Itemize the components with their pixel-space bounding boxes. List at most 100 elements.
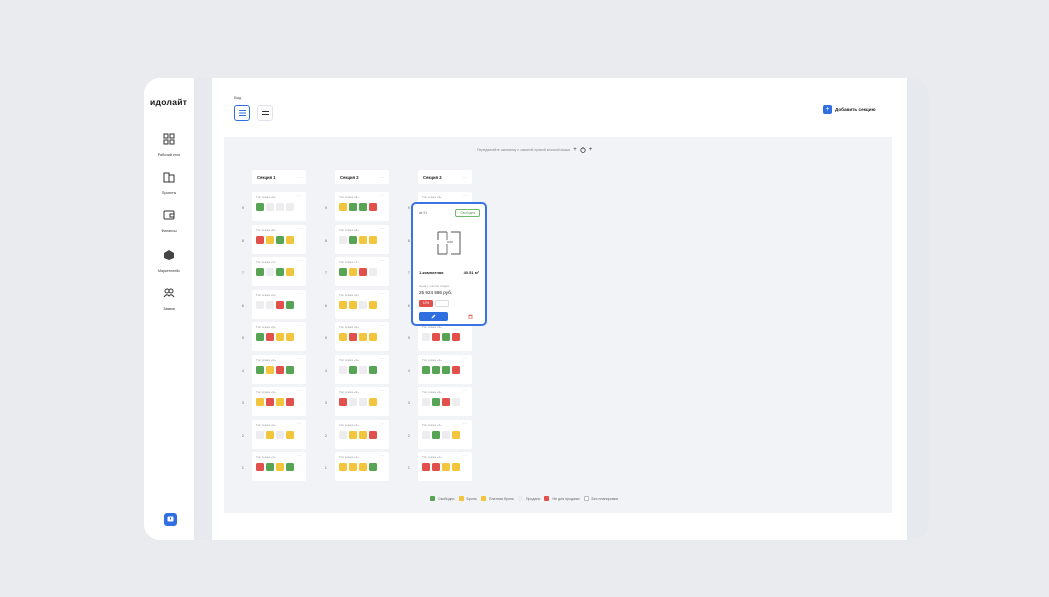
floor-menu-button[interactable]: ···	[297, 453, 301, 458]
apartment-cell[interactable]	[256, 365, 264, 374]
apartment-cell[interactable]	[349, 398, 357, 406]
apartment-cell[interactable]	[286, 365, 294, 374]
apartment-cell[interactable]	[452, 430, 460, 439]
floor-menu-button[interactable]: ···	[297, 226, 301, 231]
floor-menu-button[interactable]: ···	[380, 453, 384, 458]
apartment-cell[interactable]	[339, 203, 347, 211]
apartment-cell[interactable]	[359, 365, 367, 374]
apartment-cell[interactable]	[359, 430, 367, 439]
chat-button[interactable]	[164, 513, 177, 526]
delete-button[interactable]	[456, 312, 485, 321]
apartment-cell[interactable]	[256, 203, 264, 211]
apartment-cell[interactable]	[422, 333, 430, 341]
apartment-cell[interactable]	[432, 333, 440, 341]
apartment-cell[interactable]	[359, 235, 367, 244]
apartment-cell[interactable]	[266, 235, 274, 244]
apartment-cell[interactable]	[266, 268, 274, 276]
section-menu-button[interactable]: ···	[297, 175, 301, 180]
apartment-cell[interactable]	[442, 333, 450, 341]
apartment-cell[interactable]	[256, 430, 264, 439]
apartment-cell[interactable]	[256, 463, 264, 471]
apartment-cell[interactable]	[359, 463, 367, 471]
floor-menu-button[interactable]: ···	[463, 193, 467, 198]
apartment-cell[interactable]	[339, 300, 347, 309]
apartment-cell[interactable]	[432, 430, 440, 439]
apartment-cell[interactable]	[442, 463, 450, 471]
apartment-cell[interactable]	[359, 300, 367, 309]
apartment-cell[interactable]	[276, 300, 284, 309]
apartment-cell[interactable]	[432, 463, 440, 471]
floor-menu-button[interactable]: ···	[463, 388, 467, 393]
floor-menu-button[interactable]: ···	[380, 323, 384, 328]
apartment-cell[interactable]	[452, 333, 460, 341]
view-list-button[interactable]	[257, 105, 273, 121]
apartment-cell[interactable]	[452, 463, 460, 471]
apartment-cell[interactable]	[359, 398, 367, 406]
floor-menu-button[interactable]: ···	[297, 193, 301, 198]
apartment-cell[interactable]	[339, 430, 347, 439]
apartment-cell[interactable]	[369, 430, 377, 439]
apartment-cell[interactable]	[276, 235, 284, 244]
apartment-cell[interactable]	[266, 333, 274, 341]
apartment-cell[interactable]	[339, 235, 347, 244]
apartment-cell[interactable]	[442, 430, 450, 439]
apartment-cell[interactable]	[286, 300, 294, 309]
chessboard[interactable]: Передвигайте шахматку с зажатой правой к…	[224, 137, 892, 513]
apartment-cell[interactable]	[452, 398, 460, 406]
apartment-cell[interactable]	[349, 333, 357, 341]
apartment-cell[interactable]	[442, 365, 450, 374]
apartment-cell[interactable]	[349, 235, 357, 244]
apartment-cell[interactable]	[276, 398, 284, 406]
apartment-cell[interactable]	[266, 398, 274, 406]
apartment-cell[interactable]	[286, 203, 294, 211]
apartment-cell[interactable]	[256, 333, 264, 341]
apartment-cell[interactable]	[349, 300, 357, 309]
apartment-cell[interactable]	[369, 463, 377, 471]
apartment-cell[interactable]	[422, 430, 430, 439]
apartment-cell[interactable]	[369, 235, 377, 244]
view-grid-button[interactable]	[234, 105, 250, 121]
floor-menu-button[interactable]: ···	[463, 356, 467, 361]
zoom-in-button[interactable]: +	[573, 147, 577, 153]
apartment-cell[interactable]	[276, 333, 284, 341]
apartment-cell[interactable]	[339, 398, 347, 406]
apartment-cell[interactable]	[276, 430, 284, 439]
apartment-cell[interactable]	[266, 203, 274, 211]
apartment-cell[interactable]	[369, 268, 377, 276]
sidebar-item-finance[interactable]: Финансы	[144, 208, 194, 233]
zoom-out-button[interactable]: +	[589, 147, 593, 153]
apartment-cell[interactable]	[432, 365, 440, 374]
sidebar-item-dashboard[interactable]: Рабочий стол	[144, 132, 194, 157]
apartment-cell[interactable]	[432, 398, 440, 406]
apartment-cell[interactable]	[359, 268, 367, 276]
reset-zoom-icon[interactable]	[580, 147, 586, 153]
floor-menu-button[interactable]: ···	[380, 193, 384, 198]
apartment-cell[interactable]	[339, 463, 347, 471]
apartment-cell[interactable]	[339, 365, 347, 374]
floor-menu-button[interactable]: ···	[380, 356, 384, 361]
sidebar-item-projects[interactable]: Проекты	[144, 170, 194, 195]
edit-button[interactable]	[419, 312, 448, 321]
apartment-cell[interactable]	[256, 235, 264, 244]
floor-menu-button[interactable]: ···	[380, 291, 384, 296]
apartment-cell[interactable]	[349, 203, 357, 211]
apartment-cell[interactable]	[286, 235, 294, 244]
apartment-cell[interactable]	[369, 398, 377, 406]
sidebar-item-requests[interactable]: Заявки	[144, 286, 194, 311]
floor-menu-button[interactable]: ···	[297, 323, 301, 328]
apartment-cell[interactable]	[349, 365, 357, 374]
floor-menu-button[interactable]: ···	[297, 291, 301, 296]
section-menu-button[interactable]: ···	[380, 175, 384, 180]
sidebar-item-marketplace[interactable]: Маркетплейс	[144, 248, 194, 273]
floor-menu-button[interactable]: ···	[380, 388, 384, 393]
apartment-cell[interactable]	[266, 300, 274, 309]
apartment-cell[interactable]	[286, 268, 294, 276]
apartment-cell[interactable]	[442, 398, 450, 406]
floor-menu-button[interactable]: ···	[380, 226, 384, 231]
apartment-cell[interactable]	[452, 365, 460, 374]
apartment-cell[interactable]	[256, 268, 264, 276]
apartment-cell[interactable]	[349, 430, 357, 439]
apartment-cell[interactable]	[286, 398, 294, 406]
floor-menu-button[interactable]: ···	[380, 421, 384, 426]
apartment-cell[interactable]	[359, 333, 367, 341]
